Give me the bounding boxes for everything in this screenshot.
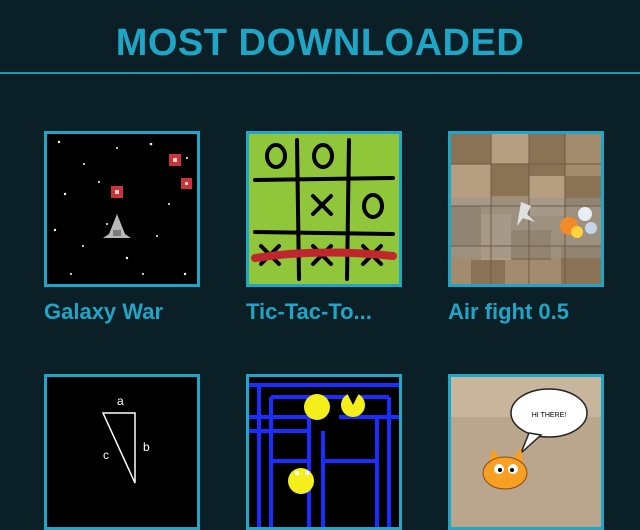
page-header: MOST DOWNLOADED [0, 0, 640, 74]
game-card-scratch-cat[interactable]: HI THERE! [448, 374, 604, 530]
svg-text:a: a [117, 394, 124, 408]
game-title[interactable]: Galaxy War [44, 299, 200, 325]
game-card-air-fight[interactable]: Air fight 0.5 [448, 131, 604, 325]
page-title: MOST DOWNLOADED [115, 22, 525, 64]
game-card-galaxy-war[interactable]: Galaxy War [44, 131, 200, 325]
game-card-maze[interactable] [246, 374, 402, 530]
game-title[interactable]: Air fight 0.5 [448, 299, 604, 325]
space-shooter-image [47, 134, 197, 284]
maze-game-image [249, 377, 399, 527]
game-card-triangle[interactable]: a b c [44, 374, 200, 530]
tic-tac-toe-image [249, 134, 399, 284]
svg-text:b: b [143, 440, 150, 454]
game-card-tic-tac-toe[interactable]: Tic-Tac-To... [246, 131, 402, 325]
maze-game-thumbnail[interactable] [246, 374, 402, 530]
triangle-geometry-image: a b c [47, 377, 197, 527]
svg-text:c: c [103, 448, 109, 462]
svg-text:HI THERE!: HI THERE! [532, 412, 567, 419]
tic-tac-toe-thumbnail[interactable] [246, 131, 402, 287]
game-title[interactable]: Tic-Tac-To... [246, 299, 402, 325]
scratch-cat-image: HI THERE! [451, 377, 601, 527]
air-fight-image [451, 134, 601, 284]
triangle-geometry-thumbnail[interactable]: a b c [44, 374, 200, 530]
air-fight-thumbnail[interactable] [448, 131, 604, 287]
scratch-cat-thumbnail[interactable]: HI THERE! [448, 374, 604, 530]
galaxy-war-thumbnail[interactable] [44, 131, 200, 287]
